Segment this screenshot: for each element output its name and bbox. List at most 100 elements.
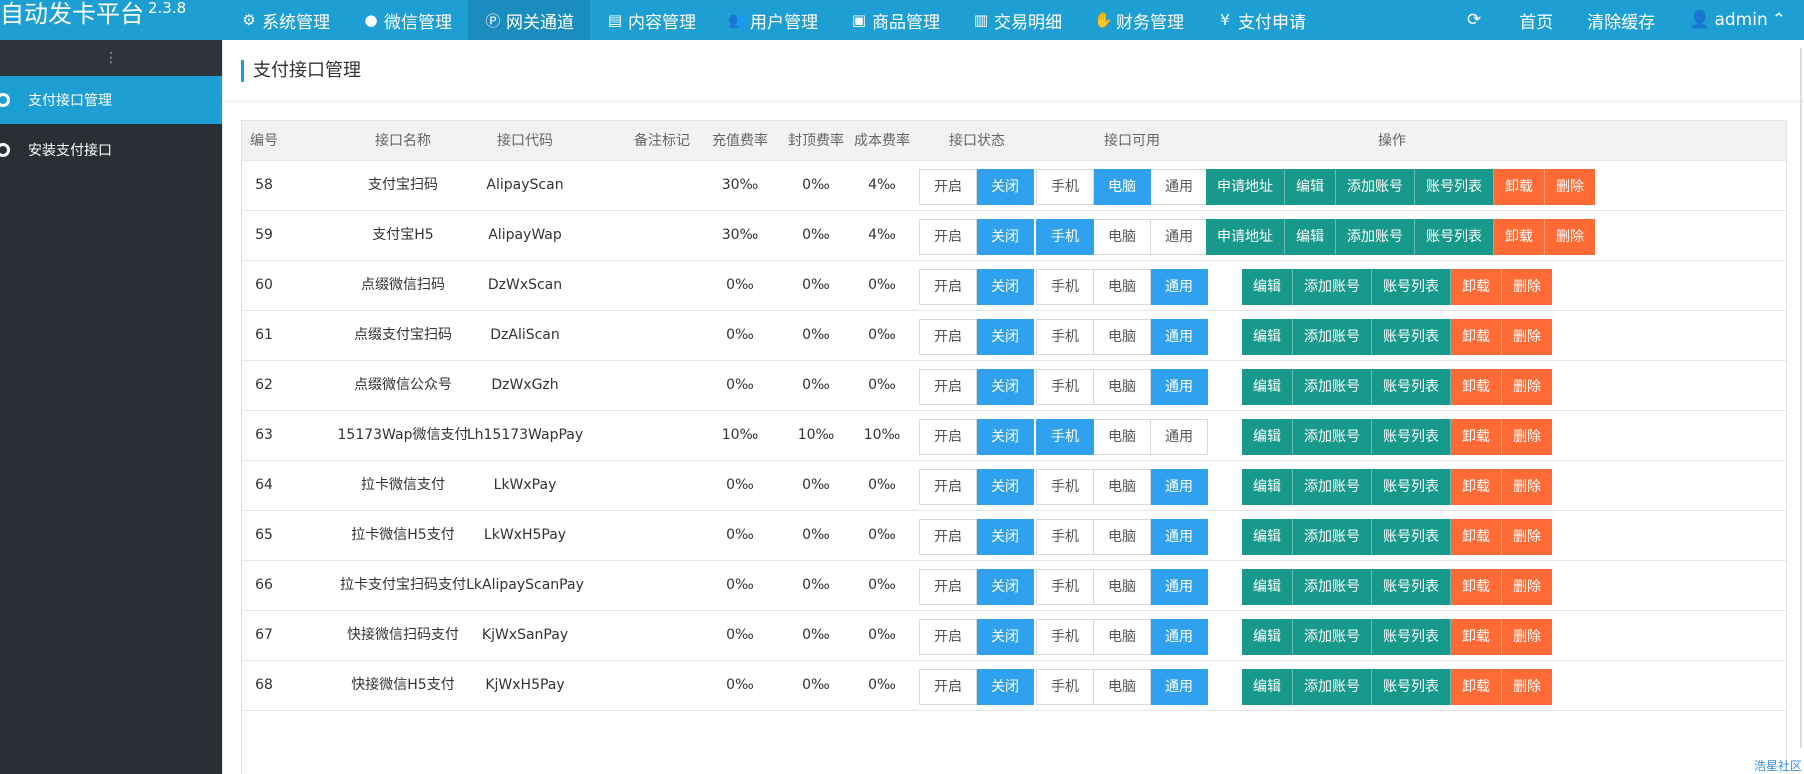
avail-mobile-button[interactable]: 手机 [1036, 319, 1094, 355]
account-list-button[interactable]: 账号列表 [1415, 219, 1494, 255]
account-list-button[interactable]: 账号列表 [1372, 269, 1451, 305]
account-list-button[interactable]: 账号列表 [1372, 619, 1451, 655]
status-enable-button[interactable]: 开启 [919, 469, 977, 505]
status-disable-button[interactable]: 关闭 [977, 519, 1034, 555]
status-disable-button[interactable]: 关闭 [977, 419, 1034, 455]
edit-button[interactable]: 编辑 [1242, 269, 1293, 305]
delete-button[interactable]: 删除 [1502, 669, 1552, 705]
avail-mobile-button[interactable]: 手机 [1036, 619, 1094, 655]
brand-logo[interactable]: 自动发卡平台 2.3.8 [0, 0, 186, 29]
status-enable-button[interactable]: 开启 [919, 519, 977, 555]
edit-button[interactable]: 编辑 [1242, 569, 1293, 605]
uninstall-button[interactable]: 卸载 [1451, 269, 1502, 305]
delete-button[interactable]: 删除 [1545, 169, 1595, 205]
account-list-button[interactable]: 账号列表 [1372, 469, 1451, 505]
status-enable-button[interactable]: 开启 [919, 619, 977, 655]
avail-mobile-button[interactable]: 手机 [1036, 569, 1094, 605]
delete-button[interactable]: 删除 [1502, 519, 1552, 555]
avail-universal-button[interactable]: 通用 [1151, 369, 1208, 405]
scrollbar[interactable] [1800, 48, 1802, 748]
account-list-button[interactable]: 账号列表 [1372, 569, 1451, 605]
status-disable-button[interactable]: 关闭 [977, 469, 1034, 505]
delete-button[interactable]: 删除 [1502, 269, 1552, 305]
nav-item-7[interactable]: ✋ 财务管理 [1078, 0, 1200, 40]
refresh-button[interactable]: ⟳ [1467, 10, 1485, 30]
avail-universal-button[interactable]: 通用 [1151, 419, 1208, 455]
delete-button[interactable]: 删除 [1502, 369, 1552, 405]
uninstall-button[interactable]: 卸载 [1451, 369, 1502, 405]
status-disable-button[interactable]: 关闭 [977, 569, 1034, 605]
account-list-button[interactable]: 账号列表 [1372, 369, 1451, 405]
avail-mobile-button[interactable]: 手机 [1036, 369, 1094, 405]
add-account-button[interactable]: 添加账号 [1293, 319, 1372, 355]
delete-button[interactable]: 删除 [1545, 219, 1595, 255]
status-enable-button[interactable]: 开启 [919, 319, 977, 355]
sidebar-toggle[interactable]: ⋮ [0, 40, 222, 76]
uninstall-button[interactable]: 卸载 [1451, 419, 1502, 455]
status-disable-button[interactable]: 关闭 [977, 219, 1034, 255]
avail-universal-button[interactable]: 通用 [1151, 569, 1208, 605]
edit-button[interactable]: 编辑 [1242, 319, 1293, 355]
account-list-button[interactable]: 账号列表 [1415, 169, 1494, 205]
avail-pc-button[interactable]: 电脑 [1094, 419, 1151, 455]
add-account-button[interactable]: 添加账号 [1293, 369, 1372, 405]
edit-button[interactable]: 编辑 [1242, 419, 1293, 455]
avail-mobile-button[interactable]: 手机 [1036, 519, 1094, 555]
avail-mobile-button[interactable]: 手机 [1036, 419, 1094, 455]
edit-button[interactable]: 编辑 [1242, 619, 1293, 655]
status-enable-button[interactable]: 开启 [919, 569, 977, 605]
user-menu[interactable]: 👤 admin ⌃ [1689, 10, 1790, 30]
add-account-button[interactable]: 添加账号 [1336, 219, 1415, 255]
status-disable-button[interactable]: 关闭 [977, 619, 1034, 655]
sidebar-item-install-payment-interface[interactable]: 安装支付接口 [0, 126, 222, 174]
avail-universal-button[interactable]: 通用 [1151, 219, 1208, 255]
avail-pc-button[interactable]: 电脑 [1094, 669, 1151, 705]
account-list-button[interactable]: 账号列表 [1372, 319, 1451, 355]
avail-universal-button[interactable]: 通用 [1151, 319, 1208, 355]
status-disable-button[interactable]: 关闭 [977, 669, 1034, 705]
avail-mobile-button[interactable]: 手机 [1036, 219, 1094, 255]
uninstall-button[interactable]: 卸载 [1451, 569, 1502, 605]
status-enable-button[interactable]: 开启 [919, 419, 977, 455]
edit-button[interactable]: 编辑 [1242, 369, 1293, 405]
add-account-button[interactable]: 添加账号 [1293, 269, 1372, 305]
avail-pc-button[interactable]: 电脑 [1094, 319, 1151, 355]
nav-item-5[interactable]: ▣ 商品管理 [834, 0, 956, 40]
nav-item-4[interactable]: 👥 用户管理 [712, 0, 834, 40]
nav-item-6[interactable]: ▥ 交易明细 [956, 0, 1078, 40]
status-enable-button[interactable]: 开启 [919, 219, 977, 255]
status-disable-button[interactable]: 关闭 [977, 369, 1034, 405]
delete-button[interactable]: 删除 [1502, 569, 1552, 605]
avail-universal-button[interactable]: 通用 [1151, 269, 1208, 305]
edit-button[interactable]: 编辑 [1285, 169, 1336, 205]
nav-item-2[interactable]: Ⓟ 网关通道 [468, 0, 590, 40]
uninstall-button[interactable]: 卸载 [1451, 519, 1502, 555]
status-enable-button[interactable]: 开启 [919, 269, 977, 305]
delete-button[interactable]: 删除 [1502, 319, 1552, 355]
avail-pc-button[interactable]: 电脑 [1094, 369, 1151, 405]
nav-item-3[interactable]: ▤ 内容管理 [590, 0, 712, 40]
edit-button[interactable]: 编辑 [1242, 519, 1293, 555]
avail-mobile-button[interactable]: 手机 [1036, 169, 1094, 205]
sidebar-item-payment-interface-management[interactable]: 支付接口管理 [0, 76, 222, 124]
uninstall-button[interactable]: 卸载 [1451, 319, 1502, 355]
avail-universal-button[interactable]: 通用 [1151, 619, 1208, 655]
status-enable-button[interactable]: 开启 [919, 169, 977, 205]
avail-mobile-button[interactable]: 手机 [1036, 669, 1094, 705]
avail-universal-button[interactable]: 通用 [1151, 469, 1208, 505]
avail-pc-button[interactable]: 电脑 [1094, 169, 1151, 205]
avail-mobile-button[interactable]: 手机 [1036, 269, 1094, 305]
avail-pc-button[interactable]: 电脑 [1094, 619, 1151, 655]
add-account-button[interactable]: 添加账号 [1293, 669, 1372, 705]
delete-button[interactable]: 删除 [1502, 619, 1552, 655]
status-disable-button[interactable]: 关闭 [977, 169, 1034, 205]
uninstall-button[interactable]: 卸载 [1451, 619, 1502, 655]
delete-button[interactable]: 删除 [1502, 469, 1552, 505]
add-account-button[interactable]: 添加账号 [1293, 619, 1372, 655]
edit-button[interactable]: 编辑 [1285, 219, 1336, 255]
uninstall-button[interactable]: 卸载 [1494, 219, 1545, 255]
avail-pc-button[interactable]: 电脑 [1094, 269, 1151, 305]
add-account-button[interactable]: 添加账号 [1293, 419, 1372, 455]
avail-pc-button[interactable]: 电脑 [1094, 569, 1151, 605]
uninstall-button[interactable]: 卸载 [1451, 469, 1502, 505]
